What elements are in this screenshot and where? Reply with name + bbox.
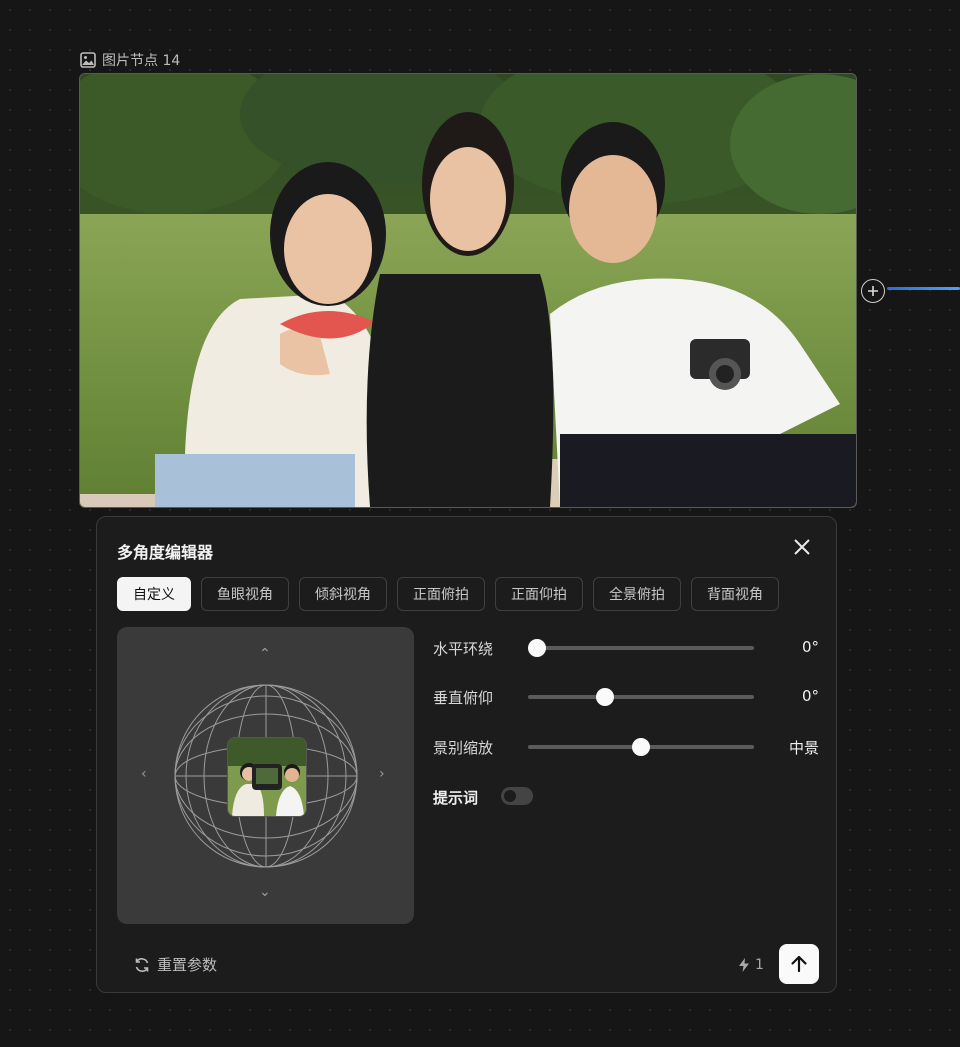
chevron-left-icon[interactable]: ‹ xyxy=(141,767,147,781)
image-node-preview[interactable] xyxy=(79,73,857,508)
tab-tilt[interactable]: 倾斜视角 xyxy=(299,577,387,611)
credit-cost: 1 xyxy=(738,957,764,973)
angle-preset-tabs: 自定义 鱼眼视角 倾斜视角 正面俯拍 正面仰拍 全景俯拍 背面视角 xyxy=(117,577,779,611)
plus-icon xyxy=(868,286,878,296)
chevron-down-icon[interactable]: ⌄ xyxy=(259,885,271,899)
vertical-pitch-slider[interactable]: 垂直俯仰 0° xyxy=(433,685,819,709)
slider-label: 水平环绕 xyxy=(433,640,494,658)
multi-angle-editor-panel: 多角度编辑器 自定义 鱼眼视角 倾斜视角 正面俯拍 正面仰拍 全景俯拍 背面视角… xyxy=(96,516,837,993)
add-connection-button[interactable] xyxy=(861,279,885,303)
shot-zoom-slider[interactable]: 景别缩放 中景 xyxy=(433,735,819,759)
preview-thumbnail xyxy=(227,737,307,817)
slider-label: 景别缩放 xyxy=(433,739,494,757)
refresh-icon xyxy=(135,957,149,972)
slider-value: 0° xyxy=(801,638,819,656)
chevron-right-icon[interactable]: › xyxy=(379,767,385,781)
tab-front-low-angle[interactable]: 正面仰拍 xyxy=(495,577,583,611)
slider-label: 垂直俯仰 xyxy=(433,689,494,707)
close-icon xyxy=(794,539,810,555)
angle-viewer[interactable]: ⌃ ⌄ ‹ › xyxy=(117,627,414,924)
slider-track[interactable] xyxy=(528,688,754,706)
photo xyxy=(80,74,856,507)
slider-handle[interactable] xyxy=(528,639,547,657)
slider-track[interactable] xyxy=(528,738,754,756)
node-title: 图片节点 14 xyxy=(80,51,180,69)
prompt-label: 提示词 xyxy=(433,789,479,807)
node-title-label: 图片节点 14 xyxy=(102,53,181,69)
tab-panorama-top-down[interactable]: 全景俯拍 xyxy=(593,577,681,611)
submit-button[interactable] xyxy=(779,944,819,984)
lightning-icon xyxy=(739,958,749,972)
tab-custom[interactable]: 自定义 xyxy=(117,577,191,611)
close-button[interactable] xyxy=(792,537,812,557)
tab-fisheye[interactable]: 鱼眼视角 xyxy=(201,577,289,611)
connection-line xyxy=(887,287,960,290)
chevron-up-icon[interactable]: ⌃ xyxy=(259,647,271,661)
credit-count: 1 xyxy=(755,957,764,973)
slider-track[interactable] xyxy=(528,639,754,657)
reset-params-button[interactable]: 重置参数 xyxy=(133,954,217,975)
prompt-toggle-row: 提示词 xyxy=(433,785,819,809)
tab-front-top-down[interactable]: 正面俯拍 xyxy=(397,577,485,611)
slider-handle[interactable] xyxy=(595,688,614,706)
arrow-up-icon xyxy=(791,955,807,973)
panel-title: 多角度编辑器 xyxy=(117,543,214,562)
reset-label: 重置参数 xyxy=(157,956,218,974)
slider-handle[interactable] xyxy=(632,738,650,756)
tab-back-view[interactable]: 背面视角 xyxy=(691,577,779,611)
horizontal-orbit-slider[interactable]: 水平环绕 0° xyxy=(433,636,819,660)
image-icon xyxy=(80,52,96,68)
slider-value: 0° xyxy=(801,687,819,705)
prompt-toggle[interactable] xyxy=(501,787,533,805)
slider-value: 中景 xyxy=(788,739,819,757)
